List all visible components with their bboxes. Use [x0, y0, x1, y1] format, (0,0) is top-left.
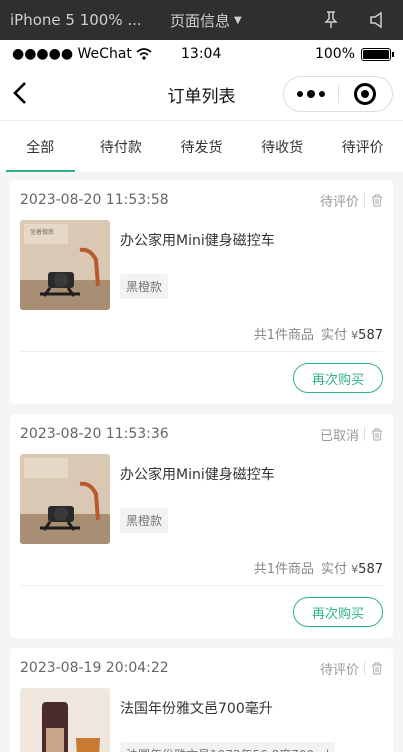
tab-all[interactable]: 全部 — [0, 121, 81, 172]
carrier-label: ●●●●● WeChat — [12, 46, 132, 62]
order-status-tabs: 全部 待付款 待发货 待收货 待评价 — [0, 120, 403, 172]
product-name: 法国年份雅文邑700毫升 — [120, 701, 273, 717]
order-goods[interactable]: 坐着锻炼 办公家用Mini健身磁控车 黑橙款 — [20, 220, 383, 316]
navigation-bar: 订单列表 — [0, 68, 403, 120]
devtools-toolbar: iPhone 5 100% ... 页面信息 ▼ — [0, 0, 403, 40]
paid-label: 实付 — [321, 328, 348, 343]
trash-icon[interactable] — [371, 428, 383, 441]
back-arrow-icon[interactable] — [10, 80, 32, 106]
tab-pending-receipt[interactable]: 待收货 — [242, 121, 323, 172]
order-card[interactable]: 2023-08-20 11:53:58 待评价 坐着锻炼 办公家用Mini健身磁… — [10, 180, 393, 404]
clock: 13:04 — [181, 46, 222, 62]
item-count: 共1件商品 — [253, 328, 315, 343]
trash-icon[interactable] — [371, 194, 383, 207]
product-thumbnail — [20, 688, 110, 752]
order-card[interactable]: 2023-08-19 20:04:22 待评价 法国年份雅文邑700毫升 — [10, 648, 393, 752]
paid-label: 实付 — [321, 562, 348, 577]
tab-pending-shipment[interactable]: 待发货 — [161, 121, 242, 172]
order-goods[interactable]: 办公家用Mini健身磁控车 黑橙款 — [20, 454, 383, 550]
trash-icon[interactable] — [371, 662, 383, 675]
order-status: 待评价 — [319, 194, 359, 210]
device-selector[interactable]: iPhone 5 100% ... — [10, 11, 140, 29]
caret-down-icon: ▼ — [234, 14, 242, 26]
battery-icon — [361, 47, 394, 61]
product-thumbnail — [20, 454, 110, 544]
miniprogram-capsule — [283, 76, 393, 112]
speaker-icon[interactable] — [368, 10, 386, 30]
order-status: 待评价 — [319, 662, 359, 678]
product-spec: 黑橙款 — [120, 274, 169, 299]
battery-percent: 100% — [314, 46, 355, 62]
buy-again-button[interactable]: 再次购买 — [292, 363, 383, 393]
product-name: 办公家用Mini健身磁控车 — [120, 467, 275, 483]
page-info-label: 页面信息 — [170, 11, 231, 30]
order-card[interactable]: 2023-08-20 11:53:36 已取消 办公家用Mini健身磁控车 黑橙… — [10, 414, 393, 638]
phone-status-bar: ●●●●● WeChat 13:04 100% — [0, 40, 403, 68]
thumbnail-banner-text: 坐着锻炼 — [30, 228, 54, 236]
wifi-icon — [136, 48, 152, 60]
buy-again-button[interactable]: 再次购买 — [292, 597, 383, 627]
item-count: 共1件商品 — [253, 562, 315, 577]
product-spec: 黑橙款 — [120, 508, 169, 533]
order-goods[interactable]: 法国年份雅文邑700毫升 法国年份雅文邑1973年56.8度700ml — [20, 688, 383, 752]
order-date: 2023-08-20 11:53:36 — [20, 426, 169, 442]
page-info-menu[interactable]: 页面信息 ▼ — [170, 10, 242, 31]
page-title: 订单列表 — [167, 86, 236, 107]
order-list: 2023-08-20 11:53:58 待评价 坐着锻炼 办公家用Mini健身磁… — [0, 172, 403, 752]
tab-pending-payment[interactable]: 待付款 — [81, 121, 162, 172]
pin-icon[interactable] — [322, 10, 340, 30]
product-thumbnail: 坐着锻炼 — [20, 220, 110, 310]
product-spec: 法国年份雅文邑1973年56.8度700ml — [120, 742, 336, 752]
order-date: 2023-08-19 20:04:22 — [20, 660, 169, 676]
tab-pending-review[interactable]: 待评价 — [322, 121, 403, 172]
close-miniprogram-icon[interactable] — [338, 83, 392, 105]
paid-amount: 587 — [358, 562, 383, 577]
product-name: 办公家用Mini健身磁控车 — [120, 233, 275, 249]
order-status: 已取消 — [319, 428, 359, 444]
more-icon[interactable] — [284, 89, 338, 98]
order-date: 2023-08-20 11:53:58 — [20, 192, 169, 208]
paid-amount: 587 — [358, 328, 383, 343]
